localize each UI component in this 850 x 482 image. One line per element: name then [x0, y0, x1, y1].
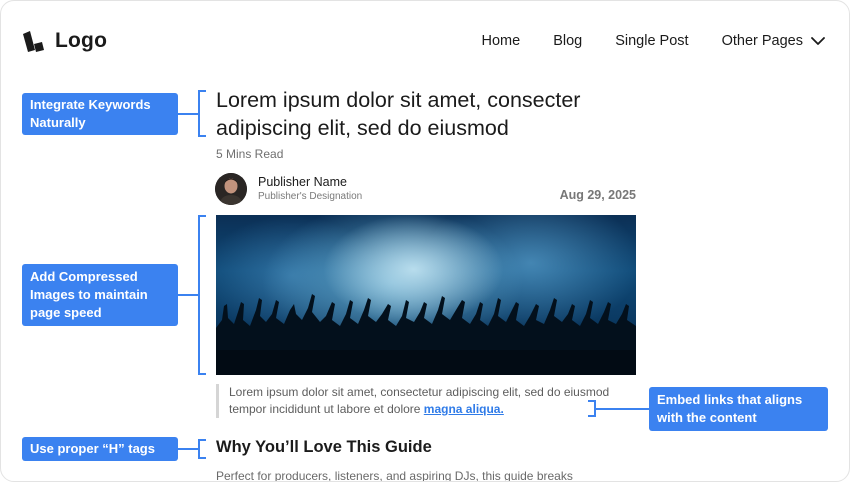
read-time: 5 Mins Read	[216, 147, 284, 161]
nav-home[interactable]: Home	[482, 32, 521, 50]
bracket-link	[588, 400, 596, 417]
article-title: Lorem ipsum dolor sit amet, consecter ad…	[216, 88, 581, 140]
callout-keywords: Integrate Keywords Naturally	[22, 93, 178, 135]
publisher-name: Publisher Name	[258, 175, 347, 189]
bracket-heading	[198, 439, 206, 459]
callout-h-tags: Use proper “H” tags	[22, 437, 178, 461]
publisher-designation: Publisher's Designation	[258, 191, 363, 202]
chevron-down-icon	[811, 37, 825, 45]
connector-h-tags	[178, 448, 200, 450]
logo-text: Logo	[55, 29, 108, 52]
quote-text: Lorem ipsum dolor sit amet, consectetur …	[229, 385, 610, 416]
connector-images	[178, 294, 200, 296]
logo[interactable]: Logo	[21, 28, 107, 54]
publisher-row: Publisher Name Publisher's Designation A…	[215, 173, 636, 206]
section-paragraph: Perfect for producers, listeners, and as…	[216, 469, 573, 482]
page-frame: Logo Home Blog Single Post Other Pages L…	[0, 0, 850, 482]
blockquote: Lorem ipsum dolor sit amet, consectetur …	[216, 384, 616, 418]
bracket-image	[198, 215, 206, 375]
embedded-link[interactable]: magna aliqua.	[424, 402, 504, 416]
logo-icon	[21, 28, 47, 54]
nav-single-post[interactable]: Single Post	[615, 32, 688, 50]
nav-blog[interactable]: Blog	[553, 32, 582, 50]
hero-image	[216, 215, 636, 375]
section-heading: Why You’ll Love This Guide	[216, 438, 432, 456]
main-nav: Home Blog Single Post Other Pages	[482, 32, 826, 50]
callout-images: Add Compressed Images to maintain page s…	[22, 264, 178, 326]
callout-links: Embed links that aligns with the content	[649, 387, 828, 431]
bracket-title	[198, 90, 206, 137]
connector-links	[596, 408, 650, 410]
nav-other-pages-label: Other Pages	[721, 33, 803, 49]
nav-other-pages-dropdown[interactable]: Other Pages	[722, 33, 825, 49]
connector-keywords	[178, 113, 200, 115]
publish-date: Aug 29, 2025	[559, 188, 636, 202]
avatar[interactable]	[215, 173, 247, 205]
